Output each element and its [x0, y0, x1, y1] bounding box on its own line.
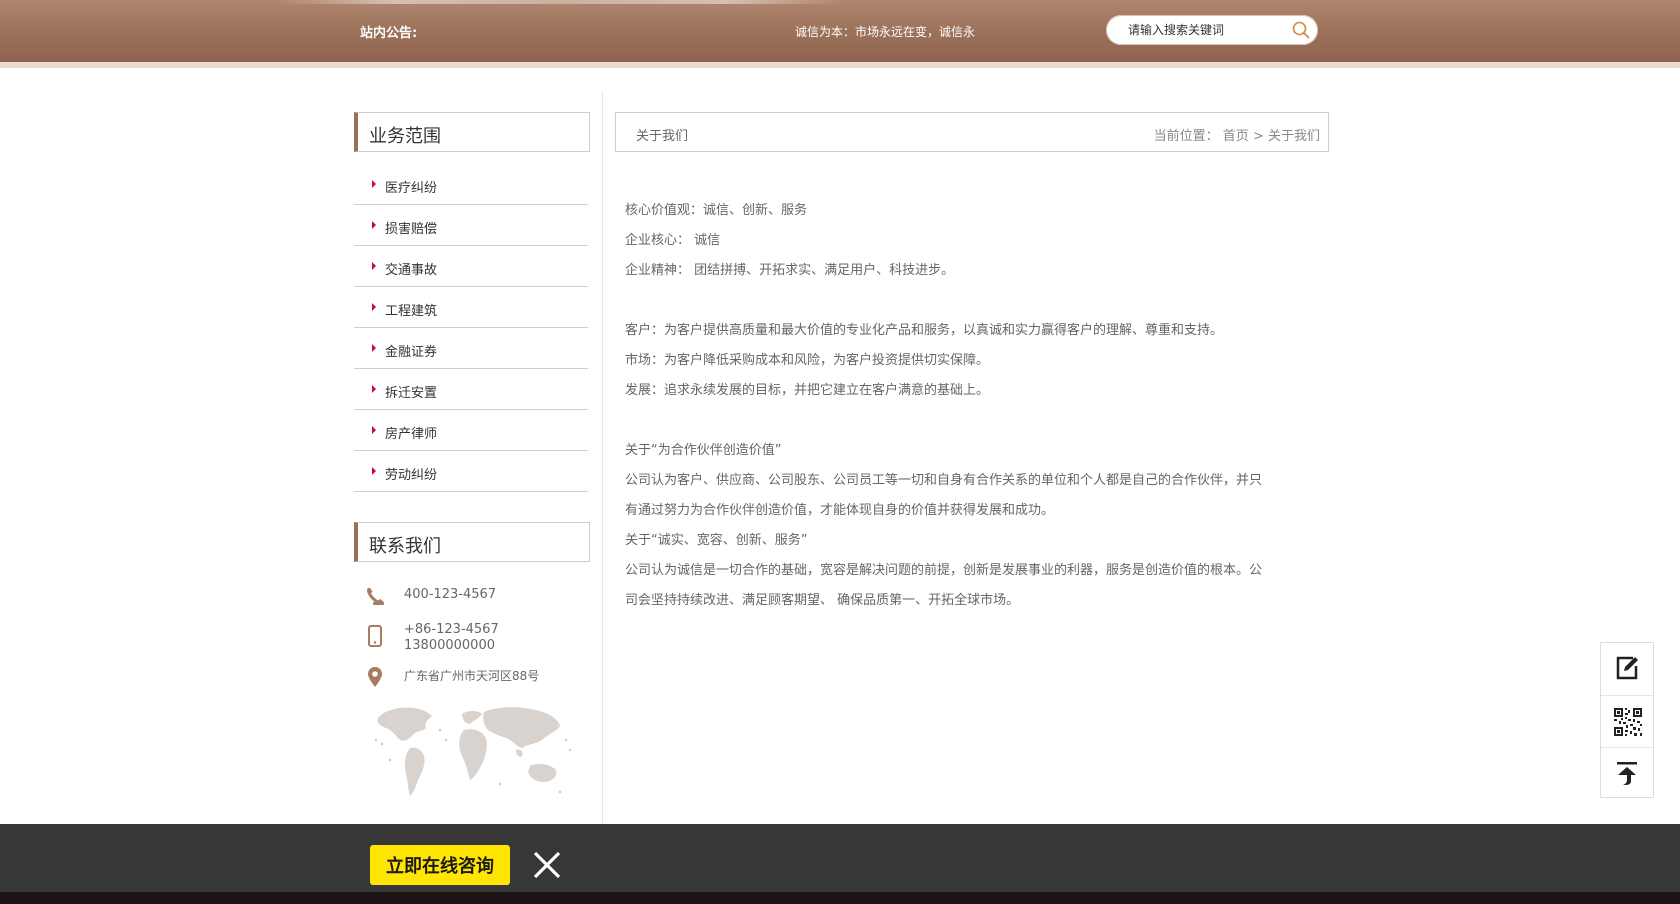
bullet-triangle-icon: [372, 180, 376, 188]
banner-decoration: [280, 0, 840, 4]
content-line: 关于“为合作伙伴创造价值”: [625, 443, 782, 458]
content-line: 市场：为客户降低采购成本和风险，为客户投资提供切实保障。: [625, 353, 990, 368]
content-line: 客户：为客户提供高质量和最大价值的专业化产品和服务，以真诚和实力赢得客户的理解、…: [625, 323, 1224, 338]
bullet-triangle-icon: [372, 262, 376, 270]
about-content: 核心价值观：诚信、创新、服务 企业核心： 诚信 企业精神： 团结拼搏、开拓求实、…: [625, 196, 1325, 616]
qr-code-button[interactable]: [1601, 695, 1653, 747]
sidebar-item-label: 工程建筑: [385, 304, 438, 319]
business-scope-title: 业务范围: [354, 112, 590, 152]
business-scope-title-text: 业务范围: [369, 126, 441, 147]
content-line: 司会坚持持续改进、满足顾客期望、 确保品质第一、开拓全球市场。: [625, 593, 1020, 608]
location-pin-icon: [368, 667, 382, 687]
sidebar-item-traffic-accident[interactable]: 交通事故: [354, 246, 588, 287]
contact-phone: 400-123-4567: [404, 587, 497, 602]
back-to-top-button[interactable]: [1601, 747, 1653, 799]
bullet-triangle-icon: [372, 303, 376, 311]
breadcrumb-current-link[interactable]: 关于我们: [1268, 129, 1320, 144]
sidebar-item-label: 损害赔偿: [385, 222, 438, 237]
sidebar-item-label: 房产律师: [385, 427, 438, 442]
sidebar-item-finance-securities[interactable]: 金融证券: [354, 328, 588, 369]
column-divider: [602, 92, 603, 850]
breadcrumb: 当前位置： 首页 > 关于我们: [1154, 125, 1320, 144]
contact-us-title-text: 联系我们: [369, 536, 441, 557]
top-bar: 站内公告: 诚信为本：市场永远在变，诚信永: [0, 0, 1680, 62]
mobile-icon: [368, 625, 382, 647]
content-line: 核心价值观：诚信、创新、服务: [625, 203, 808, 218]
back-to-top-icon: [1617, 762, 1637, 785]
content-line: 企业核心： 诚信: [625, 233, 721, 248]
sidebar-item-damage-compensation[interactable]: 损害赔偿: [354, 205, 588, 246]
sidebar-item-demolition[interactable]: 拆迁安置: [354, 369, 588, 410]
breadcrumb-prefix: 当前位置：: [1153, 129, 1219, 144]
phone-icon: [367, 588, 384, 605]
bullet-triangle-icon: [372, 221, 376, 229]
edit-icon: [1616, 656, 1638, 680]
search-icon[interactable]: [1292, 21, 1310, 39]
sidebar-item-real-estate-lawyer[interactable]: 房产律师: [354, 410, 588, 451]
sidebar-item-construction[interactable]: 工程建筑: [354, 287, 588, 328]
breadcrumb-home-link[interactable]: 首页: [1223, 129, 1249, 144]
sidebar-item-label: 交通事故: [385, 263, 438, 278]
feedback-button[interactable]: [1601, 643, 1653, 694]
world-map-image: [374, 707, 572, 796]
footer-edge: [0, 892, 1680, 904]
sidebar-item-label: 医疗纠纷: [385, 181, 438, 196]
close-icon[interactable]: [532, 850, 562, 880]
search-box: [1106, 15, 1318, 45]
floating-toolbar: [1600, 642, 1654, 798]
content-line: 有通过努力为合作伙伴创造价值，才能体现自身的价值并获得发展和成功。: [625, 503, 1055, 518]
business-scope-list: 医疗纠纷 损害赔偿 交通事故 工程建筑 金融证券 拆迁安置 房产律师 劳动纠纷: [354, 164, 588, 492]
contact-us-title: 联系我们: [354, 522, 590, 562]
notice-label: 站内公告:: [360, 26, 418, 41]
sidebar-item-label: 劳动纠纷: [385, 468, 438, 483]
content-line: 企业精神： 团结拼搏、开拓求实、满足用户、科技进步。: [625, 263, 955, 278]
notice-marquee[interactable]: 诚信为本：市场永远在变，诚信永: [795, 23, 975, 40]
bullet-triangle-icon: [372, 467, 376, 475]
bullet-triangle-icon: [372, 385, 376, 393]
sidebar-item-medical-dispute[interactable]: 医疗纠纷: [354, 164, 588, 205]
contact-mobile-1: +86-123-4567: [404, 622, 499, 637]
qr-code-icon: [1614, 708, 1642, 736]
sidebar-item-label: 拆迁安置: [385, 386, 438, 401]
content-line: 发展：追求永续发展的目标，并把它建立在客户满意的基础上。: [625, 383, 990, 398]
content-line: 关于“诚实、宽容、创新、服务”: [625, 533, 808, 548]
sidebar-item-label: 金融证券: [385, 345, 438, 360]
breadcrumb-separator: >: [1252, 129, 1264, 144]
top-bar-strip: [0, 62, 1680, 68]
breadcrumb-bar: 关于我们 当前位置： 首页 > 关于我们: [615, 112, 1329, 152]
bullet-triangle-icon: [372, 426, 376, 434]
content-line: 公司认为客户、供应商、公司股东、公司员工等一切和自身有合作关系的单位和个人都是自…: [625, 473, 1263, 488]
search-input[interactable]: [1128, 21, 1288, 39]
contact-mobile-2: 13800000000: [404, 638, 495, 653]
online-consult-button[interactable]: 立即在线咨询: [370, 845, 510, 885]
bullet-triangle-icon: [372, 344, 376, 352]
online-consult-bar: 立即在线咨询: [0, 824, 1680, 892]
content-line: 公司认为诚信是一切合作的基础，宽容是解决问题的前提，创新是发展事业的利器，服务是…: [625, 563, 1263, 578]
sidebar-item-labor-dispute[interactable]: 劳动纠纷: [354, 451, 588, 492]
page-title: 关于我们: [636, 129, 689, 144]
contact-address: 广东省广州市天河区88号: [404, 669, 540, 683]
